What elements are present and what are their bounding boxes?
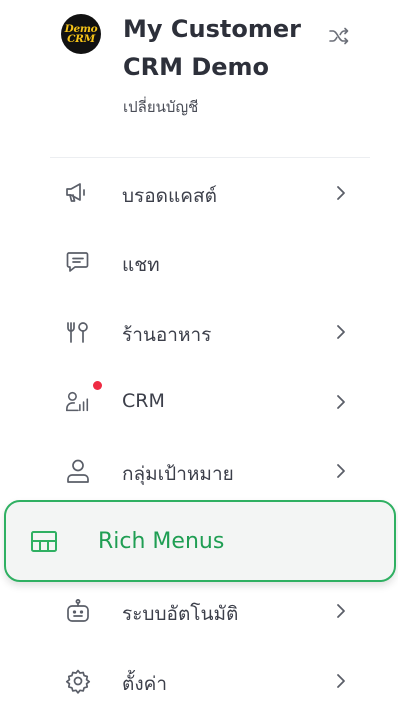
chevron-right-icon <box>333 672 349 690</box>
logo-line-2: CRM <box>67 33 95 45</box>
menu-item-label: กลุ่มเป้าหมาย <box>122 463 234 485</box>
account-logo: Demo CRM <box>61 14 101 54</box>
menu-item-restaurant[interactable]: ร้านอาหาร <box>0 307 398 357</box>
gear-icon <box>65 668 91 694</box>
robot-icon <box>65 598 91 624</box>
chevron-right-icon <box>333 184 349 202</box>
menu-item-automation[interactable]: ระบบอัตโนมัติ <box>0 586 398 636</box>
utensils-icon <box>65 319 91 345</box>
menu-item-crm[interactable]: CRM <box>0 377 398 427</box>
chat-icon <box>65 249 91 275</box>
megaphone-icon <box>65 180 91 206</box>
crm-chart-icon <box>65 389 91 415</box>
rich-menu-icon <box>30 529 58 555</box>
menu-item-broadcast[interactable]: บรอดแคสต์ <box>0 168 398 218</box>
menu-item-label: ร้านอาหาร <box>122 324 212 346</box>
menu-item-label: แชท <box>122 254 160 276</box>
chevron-right-icon <box>333 323 349 341</box>
menu-item-label: ตั้งค่า <box>122 673 167 695</box>
menu-item-rich-menus[interactable]: Rich Menus <box>4 500 396 582</box>
shuffle-icon[interactable] <box>327 24 351 48</box>
menu-item-label: บรอดแคสต์ <box>122 185 217 207</box>
menu-item-chat[interactable]: แชท <box>0 237 398 287</box>
chevron-right-icon <box>333 462 349 480</box>
notification-dot <box>93 381 102 390</box>
chevron-right-icon <box>333 393 349 411</box>
user-icon <box>65 458 91 484</box>
menu-item-label: Rich Menus <box>98 529 225 554</box>
header-divider <box>50 157 370 158</box>
menu-item-label: ระบบอัตโนมัติ <box>122 603 239 625</box>
account-header: Demo CRM My Customer CRM Demo เปลี่ยนบัญ… <box>0 0 398 158</box>
menu-item-label: CRM <box>122 390 165 412</box>
account-name: My Customer CRM Demo <box>123 15 301 81</box>
switch-account-link[interactable]: เปลี่ยนบัญชี <box>123 95 198 119</box>
menu-item-settings[interactable]: ตั้งค่า <box>0 656 398 706</box>
chevron-right-icon <box>333 602 349 620</box>
menu-item-target-group[interactable]: กลุ่มเป้าหมาย <box>0 446 398 496</box>
